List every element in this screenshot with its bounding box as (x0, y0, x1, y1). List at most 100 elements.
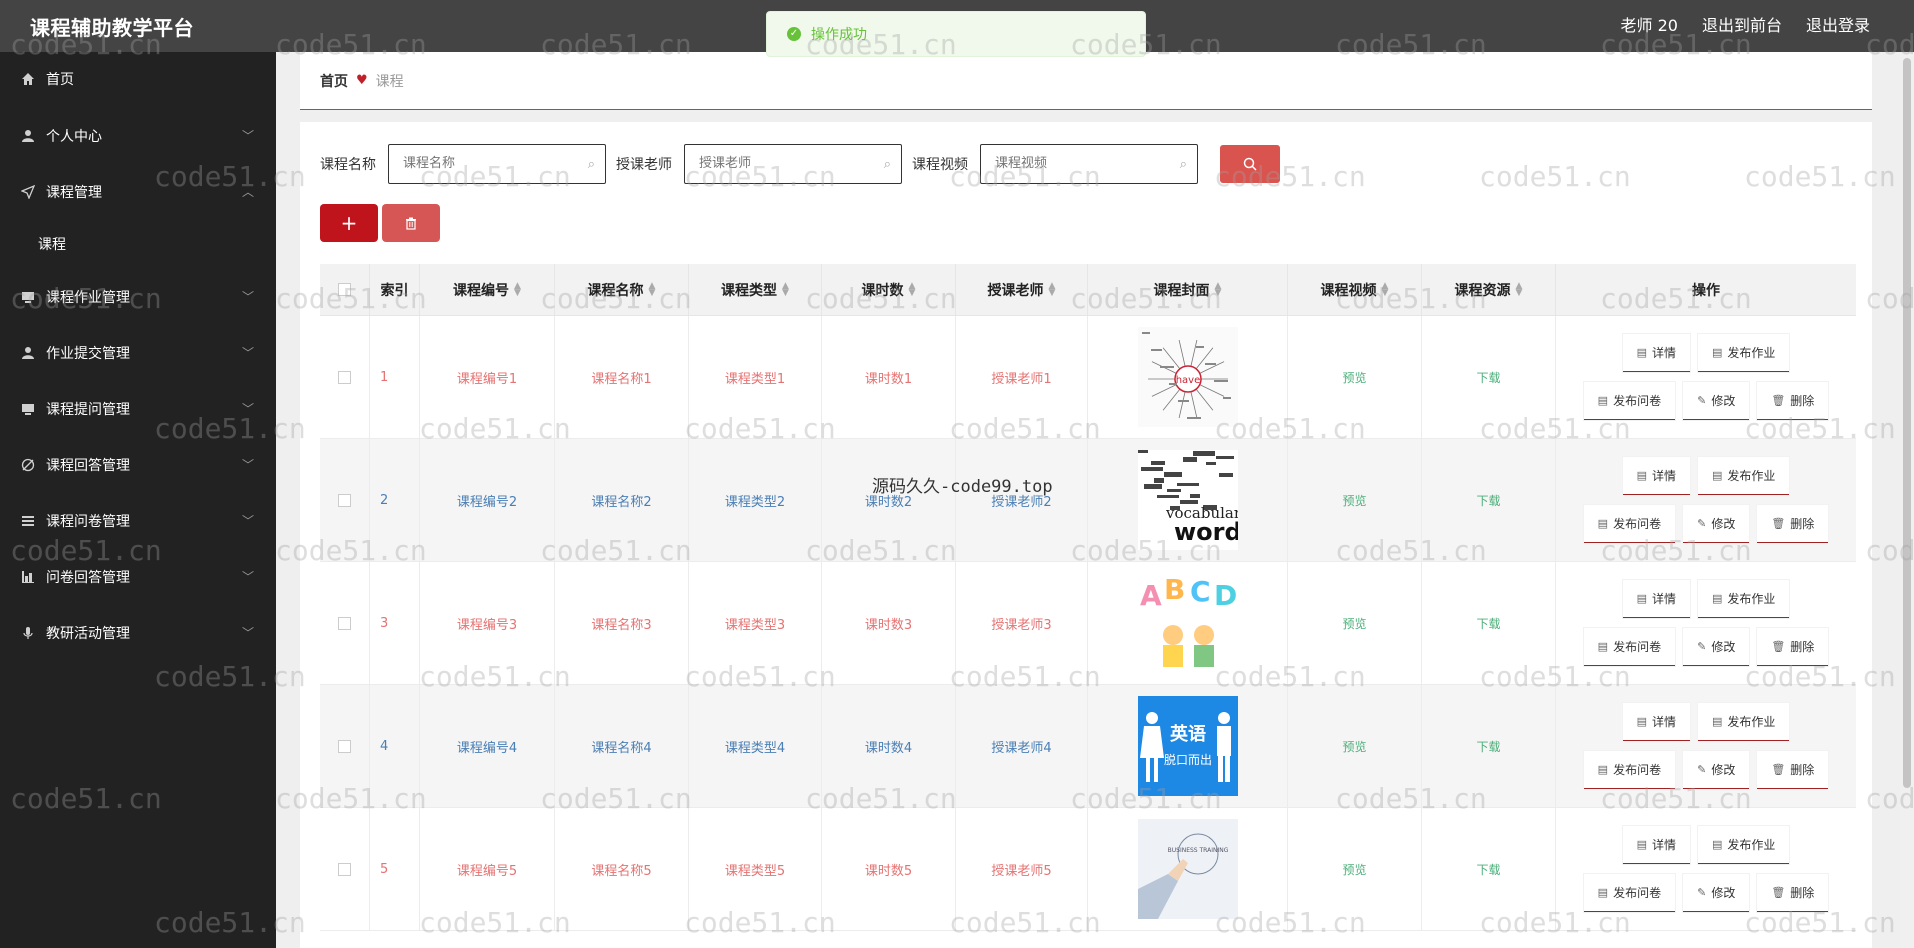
detail-button[interactable]: ▤ 详情 (1622, 580, 1690, 618)
publish-homework-button[interactable]: ▤ 发布作业 (1697, 826, 1790, 864)
sidebar-item-questionnaire-answer-management[interactable]: 问卷回答管理 ﹀ (0, 557, 276, 597)
edit-button[interactable]: ✎ 修改 (1683, 874, 1750, 912)
sidebar-item-label: 个人中心 (46, 129, 102, 145)
detail-button[interactable]: ▤ 详情 (1622, 457, 1690, 495)
sidebar-subitem-course[interactable]: 课程 (0, 224, 276, 264)
sidebar-item-course-management[interactable]: 课程管理 ︿ (0, 172, 276, 212)
button-label: 发布作业 (1727, 715, 1776, 729)
sidebar-item-label: 课程回答管理 (46, 458, 130, 474)
row-checkbox[interactable] (338, 370, 351, 384)
search-button[interactable] (1220, 145, 1280, 183)
resource-download-link[interactable]: 下载 (1422, 685, 1556, 807)
edit-icon: ✎ (1697, 886, 1707, 899)
resource-download-link[interactable]: 下载 (1422, 808, 1556, 930)
sidebar-item-homework-management[interactable]: 课程作业管理 ﹀ (0, 277, 276, 317)
sidebar-item-personal-center[interactable]: 个人中心 ﹀ (0, 116, 276, 156)
button-label: 删除 (1790, 763, 1815, 777)
video-input[interactable] (995, 145, 1175, 181)
video-preview-link[interactable]: 预览 (1288, 439, 1422, 561)
header-type[interactable]: 课程类型 ▲ ▼ (689, 264, 822, 315)
batch-delete-button[interactable] (382, 204, 440, 242)
chevron-down-icon: ﹀ (241, 626, 254, 640)
svg-text:BUSINESS TRAINING: BUSINESS TRAINING (1167, 847, 1228, 854)
cell-cover[interactable]: 英语 脱口而出 (1088, 685, 1288, 807)
detail-button[interactable]: ▤ 详情 (1622, 703, 1690, 741)
header-hours[interactable]: 课时数 ▲ ▼ (822, 264, 956, 315)
header-resource[interactable]: 课程资源 ▲ ▼ (1422, 264, 1556, 315)
teacher-input[interactable] (699, 145, 879, 181)
edit-button[interactable]: ✎ 修改 (1683, 505, 1750, 543)
row-checkbox[interactable] (338, 616, 351, 630)
select-all-checkbox[interactable] (338, 283, 351, 296)
publish-questionnaire-button[interactable]: ▤ 发布问卷 (1583, 874, 1676, 912)
edit-button[interactable]: ✎ 修改 (1683, 751, 1750, 789)
sidebar-item-research-activity-management[interactable]: 教研活动管理 ﹀ (0, 613, 276, 653)
table-header: 索引 课程编号 ▲ ▼ 课程名称 ▲ ▼ 课程类型 ▲ ▼ 课时数 ▲ ▼ 授课老师 ▲ ▼ 课程封… (320, 264, 1856, 316)
add-button[interactable]: + (320, 204, 378, 242)
chevron-down-icon: ﹀ (241, 402, 254, 416)
resource-download-link[interactable]: 下载 (1422, 562, 1556, 684)
publish-homework-button[interactable]: ▤ 发布作业 (1697, 580, 1790, 618)
header-video[interactable]: 课程视频 ▲ ▼ (1288, 264, 1422, 315)
row-select-cell (320, 439, 370, 561)
edit-icon: ✎ (1697, 394, 1707, 407)
breadcrumb-home[interactable]: 首页 (320, 71, 348, 91)
table-row: 4 课程编号4 课程名称4 课程类型4 课时数4 授课老师4 英语 脱口而出 预览… (320, 685, 1856, 808)
cell-cover[interactable]: BUSINESS TRAINING (1088, 808, 1288, 930)
cell-type: 课程类型3 (689, 562, 822, 684)
sort-icon: ▲ ▼ (1048, 280, 1056, 298)
header-label: 操作 (1692, 282, 1720, 299)
document-icon: ▤ (1597, 394, 1609, 407)
cell-teacher: 授课老师5 (956, 808, 1088, 930)
detail-button[interactable]: ▤ 详情 (1622, 334, 1690, 372)
delete-button[interactable]: 🗑 删除 (1757, 628, 1829, 666)
table-row: 5 课程编号5 课程名称5 课程类型5 课时数5 授课老师5 BUSINESS … (320, 808, 1856, 931)
cell-cover[interactable]: ABCD (1088, 562, 1288, 684)
sidebar-item-answer-management[interactable]: 课程回答管理 ﹀ (0, 445, 276, 485)
sidebar-item-home[interactable]: 首页 (0, 59, 276, 99)
exit-to-front-link[interactable]: 退出到前台 (1702, 12, 1782, 36)
video-preview-link[interactable]: 预览 (1288, 685, 1422, 807)
resource-download-link[interactable]: 下载 (1422, 316, 1556, 438)
cell-teacher: 授课老师2 (956, 439, 1088, 561)
row-checkbox[interactable] (338, 862, 351, 876)
row-checkbox[interactable] (338, 493, 351, 507)
edit-button[interactable]: ✎ 修改 (1683, 382, 1750, 420)
sidebar-item-submission-management[interactable]: 作业提交管理 ﹀ (0, 333, 276, 373)
header-name[interactable]: 课程名称 ▲ ▼ (555, 264, 689, 315)
edit-button[interactable]: ✎ 修改 (1683, 628, 1750, 666)
course-name-input[interactable] (403, 145, 583, 181)
video-preview-link[interactable]: 预览 (1288, 808, 1422, 930)
publish-homework-button[interactable]: ▤ 发布作业 (1697, 334, 1790, 372)
publish-homework-button[interactable]: ▤ 发布作业 (1697, 703, 1790, 741)
publish-questionnaire-button[interactable]: ▤ 发布问卷 (1583, 382, 1676, 420)
publish-questionnaire-button[interactable]: ▤ 发布问卷 (1583, 628, 1676, 666)
detail-button[interactable]: ▤ 详情 (1622, 826, 1690, 864)
page-scrollbar[interactable] (1900, 52, 1914, 948)
current-user[interactable]: 老师 20 (1621, 12, 1678, 36)
sidebar-item-question-management[interactable]: 课程提问管理 ﹀ (0, 389, 276, 429)
row-checkbox[interactable] (338, 739, 351, 753)
delete-button[interactable]: 🗑 删除 (1757, 505, 1829, 543)
publish-questionnaire-button[interactable]: ▤ 发布问卷 (1583, 751, 1676, 789)
publish-homework-button[interactable]: ▤ 发布作业 (1697, 457, 1790, 495)
publish-questionnaire-button[interactable]: ▤ 发布问卷 (1583, 505, 1676, 543)
cell-name: 课程名称5 (555, 808, 689, 930)
header-cover[interactable]: 课程封面 ▲ ▼ (1088, 264, 1288, 315)
delete-button[interactable]: 🗑 删除 (1757, 382, 1829, 420)
cell-cover[interactable]: have (1088, 316, 1288, 438)
cell-cover[interactable]: vocabularywords (1088, 439, 1288, 561)
sidebar-item-questionnaire-management[interactable]: 课程问卷管理 ﹀ (0, 501, 276, 541)
header-code[interactable]: 课程编号 ▲ ▼ (420, 264, 555, 315)
header-teacher[interactable]: 授课老师 ▲ ▼ (956, 264, 1088, 315)
cell-hours: 课时数5 (822, 808, 956, 930)
sidebar-item-label: 课程问卷管理 (46, 514, 130, 530)
delete-button[interactable]: 🗑 删除 (1757, 751, 1829, 789)
delete-button[interactable]: 🗑 删除 (1757, 874, 1829, 912)
video-preview-link[interactable]: 预览 (1288, 562, 1422, 684)
resource-download-link[interactable]: 下载 (1422, 439, 1556, 561)
logout-link[interactable]: 退出登录 (1806, 12, 1870, 36)
cell-hours: 课时数3 (822, 562, 956, 684)
scrollbar-thumb[interactable] (1903, 58, 1911, 788)
video-preview-link[interactable]: 预览 (1288, 316, 1422, 438)
